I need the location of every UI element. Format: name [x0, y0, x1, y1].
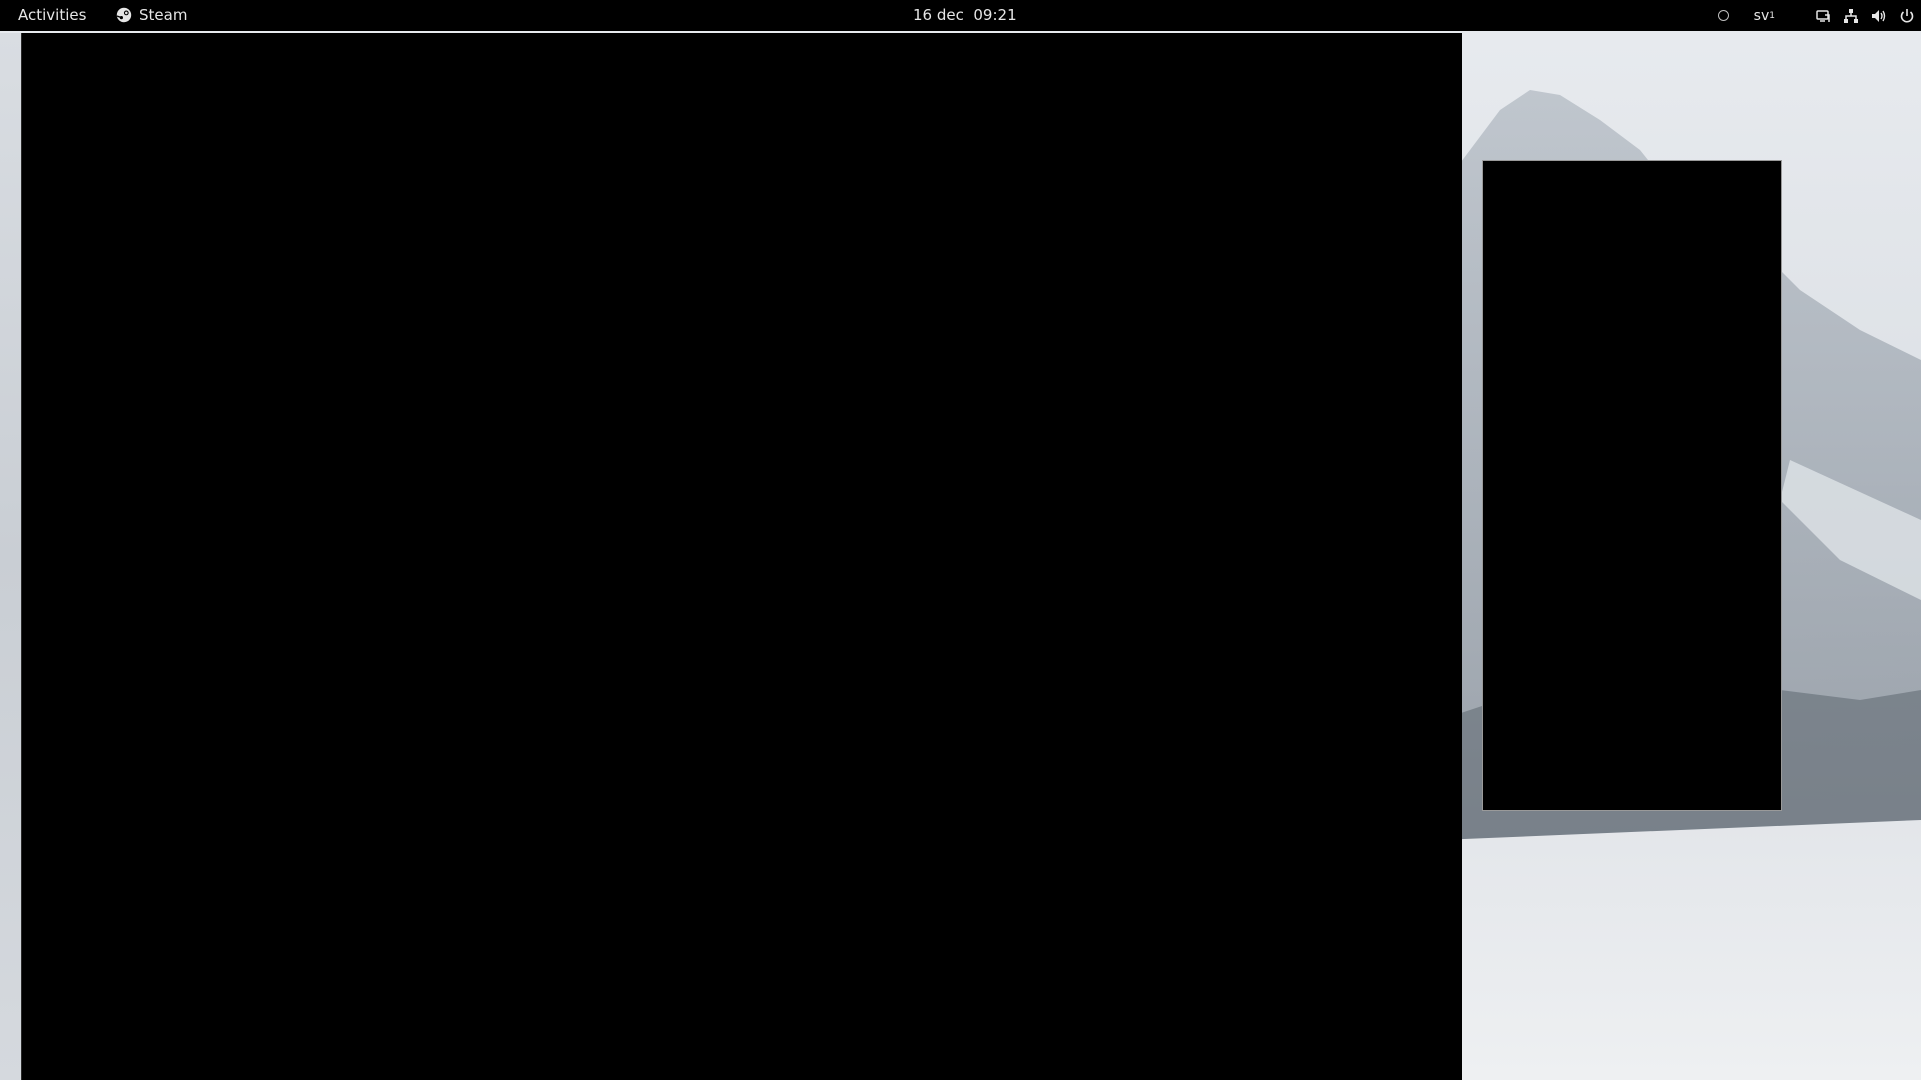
- steam-icon: [116, 7, 132, 23]
- top-bar: Activities Steam 16 dec 09:21 sv 1: [0, 0, 1921, 31]
- keyboard-layout-index: 1: [1769, 10, 1775, 21]
- background-window-edge: [0, 33, 21, 1080]
- network-wired-icon: [1844, 8, 1858, 23]
- keyboard-layout-label: sv: [1753, 7, 1770, 24]
- system-menu-button[interactable]: [1815, 0, 1915, 31]
- clock-date-time[interactable]: 16 dec 09:21: [913, 6, 1017, 24]
- screen-share-icon: [1816, 9, 1830, 22]
- keyboard-layout-indicator[interactable]: sv 1: [1754, 0, 1775, 31]
- activities-button[interactable]: Activities: [18, 6, 86, 24]
- system-tray: sv 1: [1717, 0, 1921, 31]
- power-icon: [1900, 8, 1914, 23]
- status-indicator[interactable]: [1717, 0, 1754, 31]
- app-menu-steam[interactable]: Steam: [116, 6, 187, 24]
- app-menu-label: Steam: [139, 6, 188, 24]
- volume-icon: [1872, 9, 1886, 22]
- main-window[interactable]: [21, 33, 1462, 1080]
- circle-status-icon: [1717, 10, 1729, 21]
- secondary-window[interactable]: [1482, 160, 1782, 811]
